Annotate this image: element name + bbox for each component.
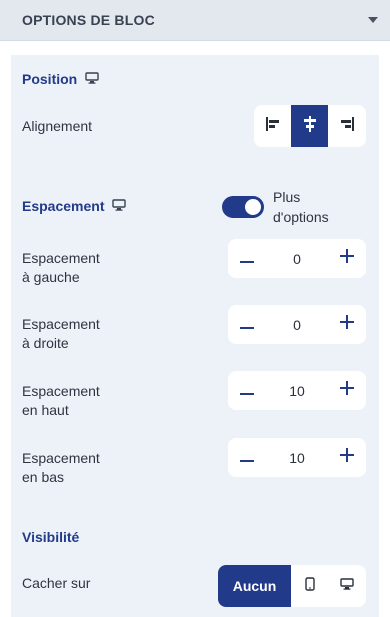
spacing-left-label: Espacement à gauche xyxy=(22,249,100,287)
spacing-left-stepper: 0 xyxy=(228,239,366,278)
mobile-icon xyxy=(304,576,315,596)
decrement-button[interactable] xyxy=(238,250,256,268)
block-options-header[interactable]: OPTIONS DE BLOC xyxy=(0,0,390,41)
spacing-left-value[interactable]: 0 xyxy=(293,251,301,267)
hide-mobile-button[interactable] xyxy=(291,565,328,607)
plus-icon xyxy=(339,315,354,334)
spacing-bottom-label: Espacement en bas xyxy=(22,449,100,487)
minus-icon xyxy=(240,250,254,268)
decrement-button[interactable] xyxy=(238,316,256,334)
spacing-right-label: Espacement à droite xyxy=(22,315,100,353)
spacing-bottom-label-line2: en bas xyxy=(22,469,65,485)
more-options-toggle[interactable] xyxy=(222,196,264,218)
spacing-top-stepper: 10 xyxy=(228,371,366,410)
alignment-selector xyxy=(254,105,366,147)
increment-button[interactable] xyxy=(338,315,356,334)
spacing-section-title: Espacement xyxy=(22,198,127,214)
alignment-label: Alignement xyxy=(22,118,93,134)
desktop-icon xyxy=(112,198,127,214)
align-left-button[interactable] xyxy=(254,105,291,147)
caret-down-icon[interactable] xyxy=(368,15,378,25)
hide-desktop-button[interactable] xyxy=(328,565,365,607)
align-center-icon xyxy=(302,115,318,137)
spacing-bottom-stepper: 10 xyxy=(228,438,366,477)
spacing-top-label: Espacement en haut xyxy=(22,382,100,420)
position-title: Position xyxy=(22,71,78,87)
block-options-panel: Position Alignement Espacement Plus d'op… xyxy=(11,55,379,617)
spacing-title: Espacement xyxy=(22,198,105,214)
align-right-button[interactable] xyxy=(328,105,365,147)
position-section-title: Position xyxy=(22,71,99,87)
hide-on-label: Cacher sur xyxy=(22,575,91,591)
align-right-icon xyxy=(339,116,355,136)
plus-icon xyxy=(339,249,354,268)
more-options-label-line2: d'options xyxy=(273,209,329,225)
spacing-right-stepper: 0 xyxy=(228,305,366,344)
decrement-button[interactable] xyxy=(238,449,256,467)
hide-on-selector: Aucun xyxy=(218,565,366,607)
plus-icon xyxy=(339,448,354,467)
minus-icon xyxy=(240,382,254,400)
spacing-left-label-line2: à gauche xyxy=(22,269,80,285)
spacing-bottom-label-line1: Espacement xyxy=(22,450,100,466)
plus-icon xyxy=(339,381,354,400)
spacing-bottom-value[interactable]: 10 xyxy=(289,450,305,466)
spacing-right-label-line1: Espacement xyxy=(22,316,100,332)
desktop-icon xyxy=(339,577,354,595)
toggle-knob xyxy=(245,199,261,215)
desktop-icon xyxy=(85,71,99,87)
increment-button[interactable] xyxy=(338,381,356,400)
spacing-right-label-line2: à droite xyxy=(22,335,69,351)
align-left-icon xyxy=(265,116,281,136)
spacing-top-label-line1: Espacement xyxy=(22,383,100,399)
header-title: OPTIONS DE BLOC xyxy=(22,12,155,28)
minus-icon xyxy=(240,316,254,334)
more-options-label-line1: Plus xyxy=(273,189,301,205)
spacing-top-label-line2: en haut xyxy=(22,402,69,418)
spacing-right-value[interactable]: 0 xyxy=(293,317,301,333)
spacing-top-value[interactable]: 10 xyxy=(289,383,305,399)
increment-button[interactable] xyxy=(338,249,356,268)
minus-icon xyxy=(240,449,254,467)
align-center-button[interactable] xyxy=(291,105,328,147)
spacing-left-label-line1: Espacement xyxy=(22,250,100,266)
hide-none-button[interactable]: Aucun xyxy=(218,565,291,607)
visibility-title: Visibilité xyxy=(22,529,80,545)
increment-button[interactable] xyxy=(338,448,356,467)
more-options-label: Plus d'options xyxy=(273,187,329,227)
decrement-button[interactable] xyxy=(238,382,256,400)
visibility-section-title: Visibilité xyxy=(22,529,79,545)
